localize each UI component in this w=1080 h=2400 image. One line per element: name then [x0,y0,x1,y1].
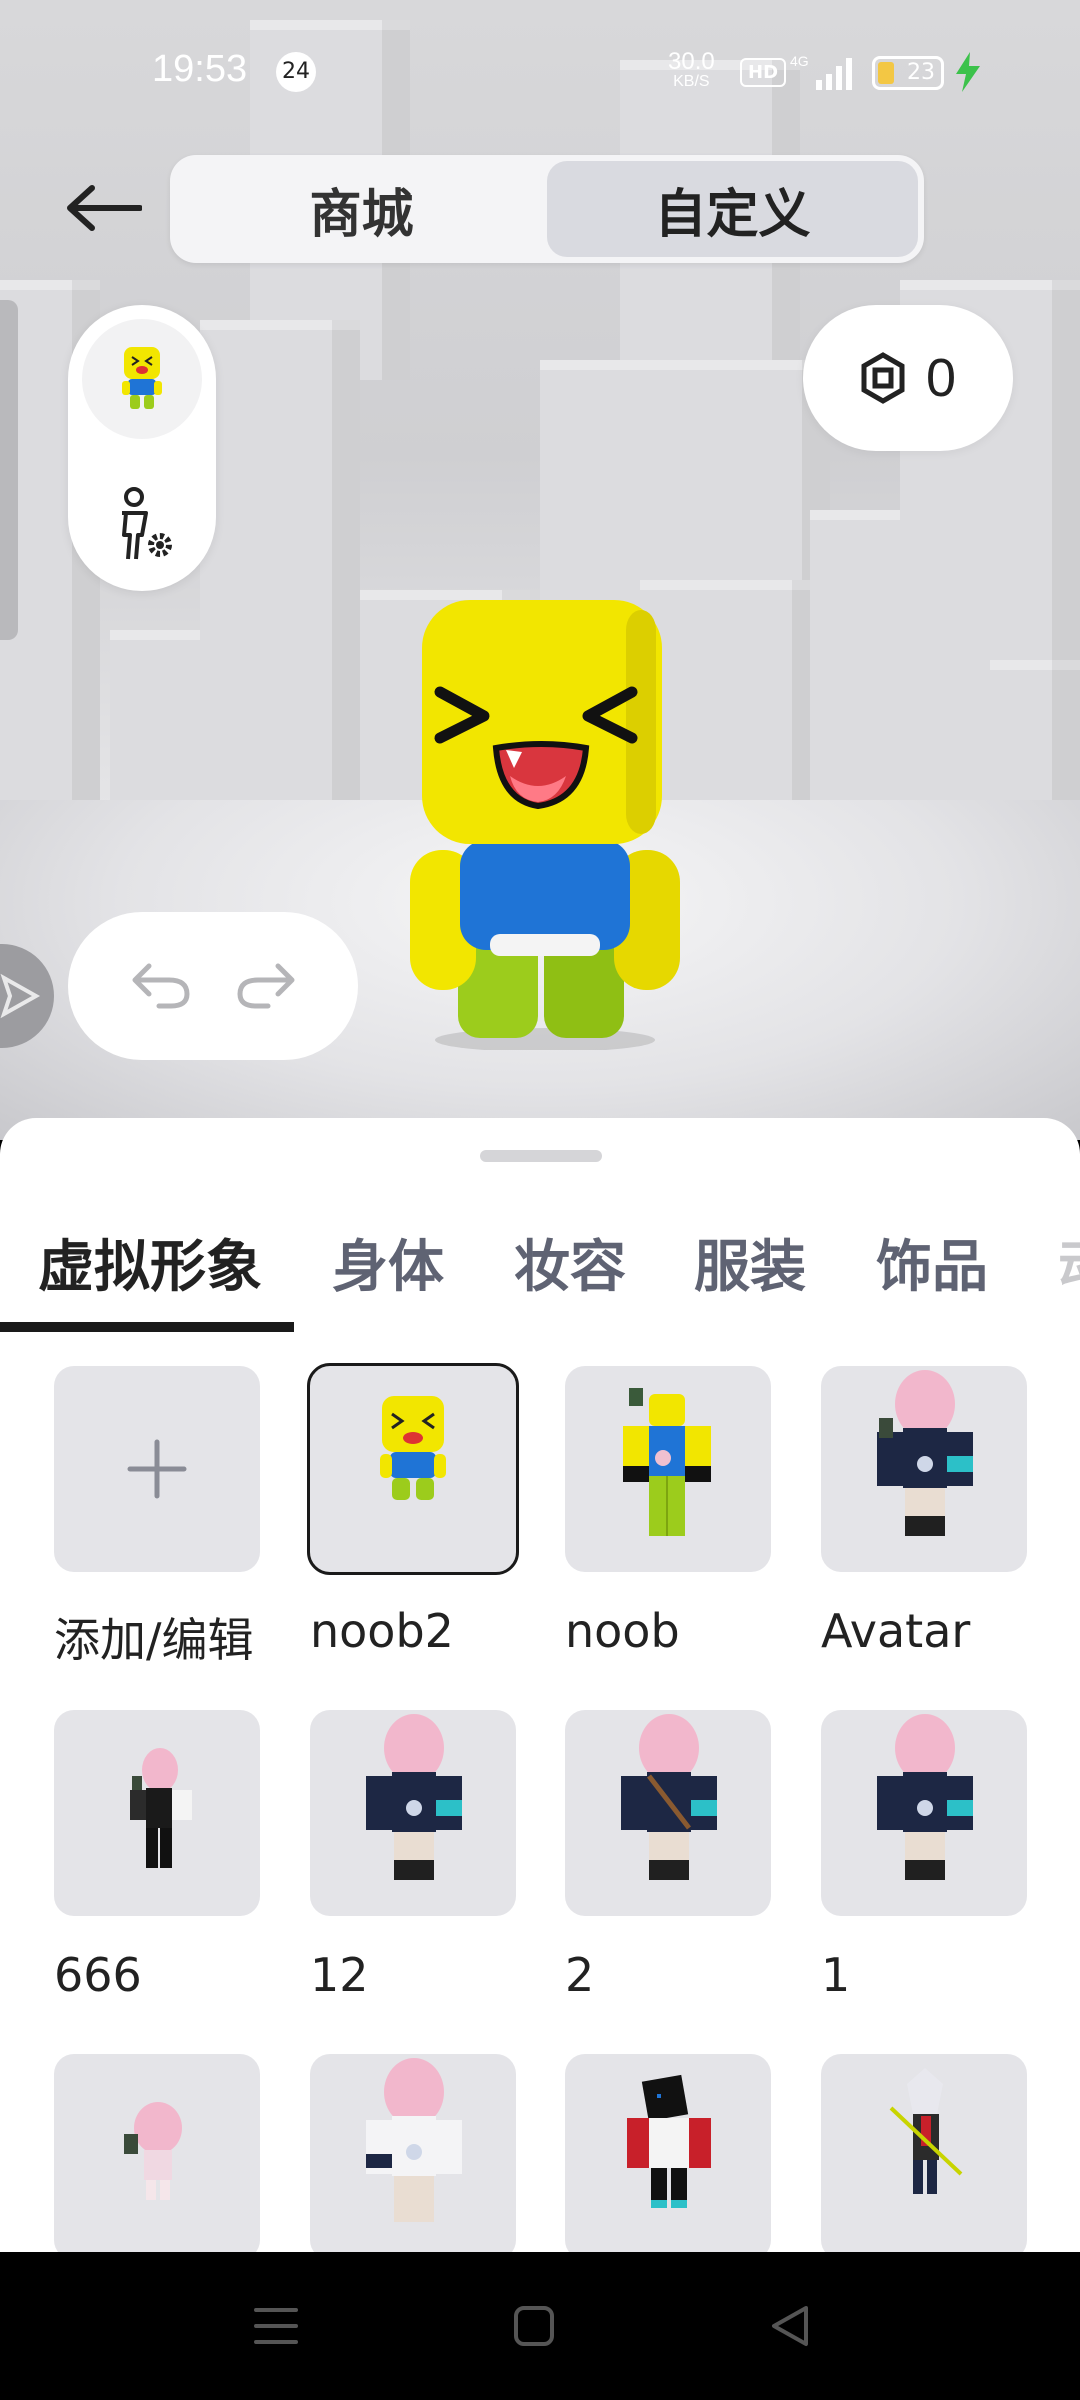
battery-icon: 23 [872,56,944,90]
avatar-item-add[interactable]: 添加/编辑 [54,1366,260,1667]
avatar-thumbnail[interactable] [821,1366,1027,1572]
add-avatar-tile[interactable] [54,1366,260,1572]
avatar-item[interactable]: 12 [310,1710,516,2002]
paper-plane-icon [0,973,41,1019]
active-tab-indicator [0,1322,294,1332]
avatar-thumbnail[interactable] [54,1710,260,1916]
avatar-item[interactable] [54,2054,260,2260]
avatar-item[interactable]: 2 [565,1710,771,2002]
avatar-thumbnail[interactable] [821,1710,1027,1916]
battery-level: 23 [907,60,935,85]
charging-icon [956,52,980,92]
tab-clothing[interactable]: 服装 [694,1218,806,1338]
noob-avatar-icon [122,347,162,409]
avatar-thumbnail[interactable] [565,1366,771,1572]
avatar-item-label: 2 [565,1948,595,2002]
redo-icon[interactable] [234,960,298,1012]
system-nav-bar [0,2252,1080,2400]
avatar-item[interactable]: noob2 [307,1363,519,1658]
pink-hair-avatar-icon [877,1714,973,1880]
side-action-button[interactable] [0,944,54,1048]
pink-small-avatar-icon [124,2102,182,2200]
avatar-thumbnail[interactable] [310,1710,516,1916]
pink-hair-avatar-icon [621,1714,717,1880]
tab-accessories[interactable]: 饰品 [876,1218,988,1338]
black-red-avatar-icon [627,2074,711,2208]
sheet-grab-handle[interactable] [480,1150,602,1162]
avatar-item[interactable] [310,2054,516,2260]
avatar-thumbnail[interactable] [565,1710,771,1916]
tab-makeup[interactable]: 妆容 [514,1218,626,1338]
current-avatar-thumbnail[interactable] [82,319,202,439]
white-hair-avatar-icon [889,2068,963,2194]
network-speed: 30.0 KB/S [668,50,715,92]
battery-fill [878,62,894,84]
tab-animations[interactable]: 动 [1058,1218,1080,1338]
tab-body[interactable]: 身体 [332,1218,444,1338]
status-bar: 19:53 24 30.0 KB/S HD 4G 23 [0,0,1080,140]
noob-face-avatar-icon [380,1396,446,1500]
pink-white-avatar-icon [366,2058,462,2222]
shop-customize-toggle: 商城 自定义 [170,155,924,263]
notification-badge: 24 [276,52,316,92]
side-drawer-handle[interactable] [0,300,18,640]
avatar-item-label: Avatar [821,1604,971,1658]
avatar-settings-button[interactable] [108,485,180,565]
avatar-character[interactable] [410,600,680,1050]
home-icon[interactable] [510,2296,558,2356]
tab-avatars[interactable]: 虚拟形象 [38,1218,262,1338]
back-triangle-icon[interactable] [766,2296,814,2356]
pink-hair-avatar-icon [366,1714,462,1880]
back-arrow-icon [67,185,142,231]
undo-icon[interactable] [129,960,193,1012]
avatar-item-label: 1 [821,1948,851,2002]
avatar-item[interactable] [821,2054,1027,2260]
avatar-item[interactable]: noob [565,1366,771,1658]
robux-balance[interactable]: 0 [803,305,1013,451]
signal-icon: 4G [790,53,852,90]
back-button[interactable] [56,172,152,244]
avatar-item-label: 666 [54,1948,142,2002]
pink-hair-avatar-icon [877,1370,973,1536]
avatar-switcher [68,305,216,591]
robux-count: 0 [925,348,957,408]
tab-shop[interactable]: 商城 [176,161,547,257]
avatar-item-label: noob [565,1604,680,1658]
scene-block [200,320,360,840]
avatar-item-label: 12 [310,1948,369,2002]
avatar-thumbnail[interactable] [821,2054,1027,2260]
avatar-scene[interactable]: 19:53 24 30.0 KB/S HD 4G 23 商城 自定义 0 [0,0,1080,1140]
avatar-thumbnail[interactable] [310,2054,516,2260]
avatar-item[interactable]: Avatar [821,1366,1027,1658]
avatar-thumbnail-selected[interactable] [307,1363,519,1575]
avatar-item-label: noob2 [310,1604,454,1658]
avatar-item[interactable]: 1 [821,1710,1027,2002]
avatar-item[interactable]: 666 [54,1710,260,2002]
status-time: 19:53 [152,48,248,90]
menu-icon[interactable] [252,2296,300,2356]
plus-icon [127,1439,187,1499]
hd-badge: HD [740,58,787,87]
avatar-thumbnail[interactable] [565,2054,771,2260]
person-gear-icon [122,487,172,560]
undo-redo-controls [68,912,358,1060]
pink-suit-avatar-icon [130,1748,192,1868]
tab-customize[interactable]: 自定义 [547,161,918,257]
network-type: 4G [790,53,809,69]
avatar-item[interactable] [565,2054,771,2260]
category-tabs: 虚拟形象 身体 妆容 服装 饰品 动 [0,1218,1080,1338]
network-speed-unit: KB/S [673,73,710,90]
classic-noob-avatar-icon [623,1388,711,1536]
avatar-item-label: 添加/编辑 [54,1613,254,1667]
avatar-thumbnail[interactable] [54,2054,260,2260]
robux-icon [861,352,905,404]
network-speed-value: 30.0 [668,48,715,75]
